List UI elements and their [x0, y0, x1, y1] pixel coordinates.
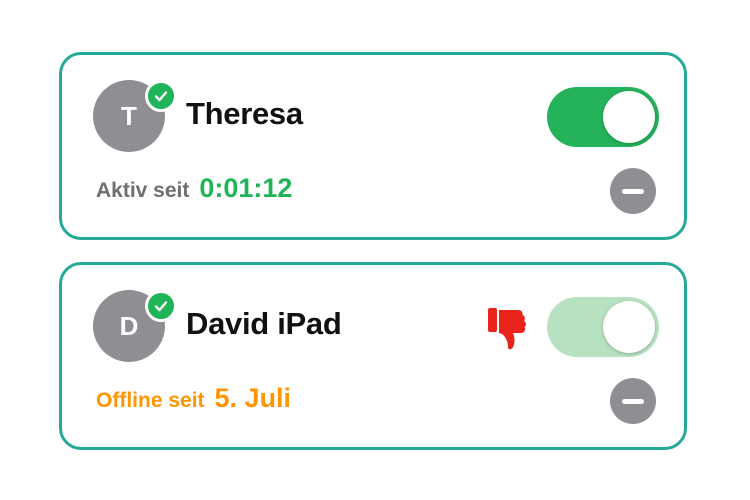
- thumbs-down-icon: [486, 306, 530, 354]
- device-card-david-ipad: D David iPad Offline seit 5. Juli: [59, 262, 687, 450]
- device-toggle[interactable]: [547, 297, 659, 357]
- minus-circle-icon: [622, 188, 644, 194]
- avatar-initial: T: [121, 100, 137, 131]
- toggle-knob: [603, 91, 655, 143]
- check-circle-icon: [145, 290, 177, 322]
- device-name: David iPad: [186, 306, 342, 341]
- toggle-knob: [603, 301, 655, 353]
- status-label: Aktiv seit: [96, 179, 190, 202]
- remove-button[interactable]: [610, 378, 656, 424]
- remove-button[interactable]: [610, 168, 656, 214]
- avatar-initial: D: [119, 310, 139, 341]
- status-label: Offline seit: [96, 389, 205, 412]
- device-name: Theresa: [186, 96, 303, 131]
- check-circle-icon: [145, 80, 177, 112]
- status-line: Aktiv seit 0:01:12: [96, 173, 292, 204]
- status-value: 5. Juli: [214, 383, 292, 413]
- device-toggle[interactable]: [547, 87, 659, 147]
- minus-circle-icon: [622, 398, 644, 404]
- status-line: Offline seit 5. Juli: [96, 383, 291, 414]
- device-card-theresa: T Theresa Aktiv seit 0:01:12: [59, 52, 687, 240]
- status-value: 0:01:12: [199, 173, 293, 203]
